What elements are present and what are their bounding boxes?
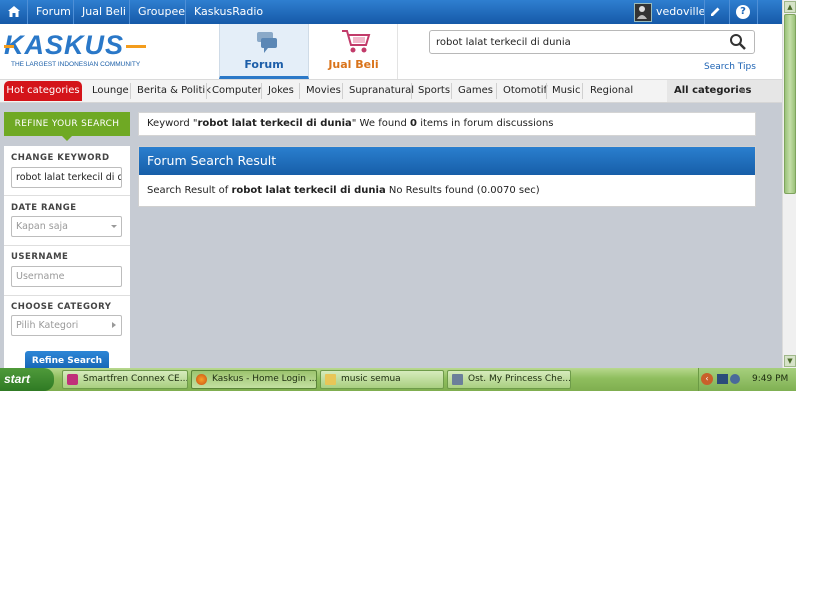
- category-music[interactable]: Music: [552, 80, 580, 102]
- windows-taskbar: start Smartfren Connex CE... Kaskus - Ho…: [0, 368, 796, 391]
- task-label: Smartfren Connex CE...: [83, 374, 188, 384]
- search-box: [429, 30, 755, 54]
- media-icon: [452, 374, 463, 385]
- keyword-suffix: items in forum discussions: [417, 118, 554, 129]
- hot-categories-tab[interactable]: Hot categories: [4, 81, 82, 101]
- scroll-down-icon[interactable]: ▼: [784, 355, 796, 367]
- scroll-up-icon[interactable]: ▲: [784, 1, 796, 13]
- date-range-value: Kapan saja: [16, 221, 69, 232]
- result-message: Search Result of robot lalat terkecil di…: [147, 185, 540, 196]
- keyword-prefix: Keyword ": [147, 118, 198, 129]
- result-title: Forum Search Result: [139, 147, 755, 175]
- username-label: USERNAME: [11, 252, 69, 262]
- search-tips-link[interactable]: Search Tips: [704, 62, 756, 72]
- keyword-mid: " We found: [351, 118, 411, 129]
- category-regional[interactable]: Regional: [590, 80, 633, 102]
- chevron-down-icon: [111, 225, 117, 228]
- keyword-field[interactable]: robot lalat terkecil di d: [11, 167, 122, 188]
- refine-your-search-tag: REFINE YOUR SEARCH: [4, 112, 130, 136]
- clock[interactable]: 9:49 PM: [752, 368, 788, 391]
- tab-forum[interactable]: Forum: [219, 24, 309, 79]
- search-icon[interactable]: [728, 32, 752, 52]
- category-otomotif[interactable]: Otomotif: [503, 80, 547, 102]
- task-ost-player[interactable]: Ost. My Princess Che...: [447, 370, 571, 389]
- keyword-term: robot lalat terkecil di dunia: [197, 118, 352, 129]
- category-sports[interactable]: Sports: [418, 80, 450, 102]
- category-lounge[interactable]: Lounge: [92, 80, 129, 102]
- pencil-icon[interactable]: [708, 5, 724, 19]
- refine-search-button[interactable]: Refine Search: [25, 351, 109, 368]
- forum-search-result-panel: Forum Search Result Search Result of rob…: [138, 146, 756, 207]
- browser-viewport: Forum Jual Beli Groupee KaskusRadio vedo…: [0, 0, 782, 368]
- tab-jual-beli[interactable]: Jual Beli: [310, 24, 398, 79]
- nav-kaskusradio[interactable]: KaskusRadio: [194, 0, 263, 24]
- choose-category-label: CHOOSE CATEGORY: [11, 302, 112, 312]
- nav-groupee[interactable]: Groupee: [138, 0, 185, 24]
- category-games[interactable]: Games: [458, 80, 493, 102]
- folder-icon: [325, 374, 336, 385]
- task-label: Kaskus - Home Login ...: [212, 374, 317, 384]
- refine-sidebar: CHANGE KEYWORD robot lalat terkecil di d…: [4, 146, 130, 368]
- network-icon[interactable]: [730, 374, 740, 384]
- language-icon[interactable]: [717, 374, 728, 384]
- category-select[interactable]: Pilih Kategori: [11, 315, 122, 336]
- result-query: robot lalat terkecil di dunia: [231, 185, 386, 196]
- username-link[interactable]: vedoville: [656, 0, 705, 24]
- firefox-icon: [196, 374, 207, 385]
- chevron-right-icon: [112, 322, 116, 328]
- task-label: Ost. My Princess Che...: [468, 374, 571, 384]
- category-bar: Hot categories Lounge Berita & Politik C…: [0, 80, 782, 103]
- category-jokes[interactable]: Jokes: [268, 80, 294, 102]
- category-value: Pilih Kategori: [16, 320, 79, 331]
- date-range-label: DATE RANGE: [11, 203, 77, 213]
- user-avatar[interactable]: [634, 3, 652, 22]
- result-suffix: No Results found (0.0070 sec): [385, 185, 540, 196]
- nav-jual-beli[interactable]: Jual Beli: [82, 0, 126, 24]
- smartfren-icon: [67, 374, 78, 385]
- result-count: 0: [410, 118, 418, 129]
- tab-jual-beli-label: Jual Beli: [328, 58, 379, 71]
- refine-pointer: [62, 136, 72, 141]
- task-smartfren[interactable]: Smartfren Connex CE...: [62, 370, 188, 389]
- username-field[interactable]: Username: [11, 266, 122, 287]
- vertical-scrollbar[interactable]: ▲ ▼: [782, 0, 796, 368]
- search-input[interactable]: [430, 31, 732, 53]
- task-label: music semua: [341, 374, 401, 384]
- logo-dash: [4, 45, 14, 48]
- tab-forum-label: Forum: [244, 58, 284, 71]
- logo-dash: [126, 45, 146, 48]
- start-button[interactable]: start: [0, 368, 54, 391]
- scrollbar-thumb[interactable]: [784, 14, 796, 194]
- all-categories-dropdown[interactable]: All categories: [667, 80, 782, 102]
- kaskus-logo[interactable]: KASKUS: [4, 30, 124, 61]
- date-range-select[interactable]: Kapan saja: [11, 216, 122, 237]
- keyword-summary: Keyword "robot lalat terkecil di dunia" …: [138, 112, 756, 136]
- chevron-down-icon: [739, 89, 745, 93]
- nav-forum[interactable]: Forum: [36, 0, 71, 24]
- result-prefix: Search Result of: [147, 185, 232, 196]
- task-music-folder[interactable]: music semua: [320, 370, 444, 389]
- site-header: KASKUS THE LARGEST INDONESIAN COMMUNITY …: [0, 24, 782, 80]
- home-icon[interactable]: [0, 0, 28, 24]
- category-berita-politik[interactable]: Berita & Politik: [137, 80, 211, 102]
- change-keyword-label: CHANGE KEYWORD: [11, 153, 110, 163]
- shopping-cart-icon: [340, 28, 372, 54]
- task-kaskus-browser[interactable]: Kaskus - Home Login ...: [191, 370, 317, 389]
- category-movies[interactable]: Movies: [306, 80, 341, 102]
- logo-tagline: THE LARGEST INDONESIAN COMMUNITY: [11, 61, 141, 68]
- help-icon[interactable]: ?: [736, 5, 750, 19]
- category-computer[interactable]: Computer: [212, 80, 262, 102]
- category-supranatural[interactable]: Supranatural: [349, 80, 414, 102]
- top-navbar: Forum Jual Beli Groupee KaskusRadio vedo…: [0, 0, 782, 24]
- forum-icon: [254, 30, 280, 54]
- tray-expand-icon[interactable]: ‹: [701, 373, 713, 385]
